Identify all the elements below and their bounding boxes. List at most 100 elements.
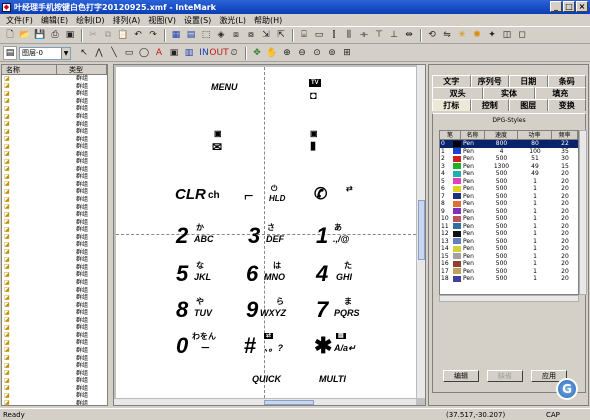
list-item[interactable]: ◪ 群组 bbox=[2, 105, 107, 113]
list-item[interactable]: ◪ 群组 bbox=[2, 241, 107, 249]
tab-text[interactable]: 文字 bbox=[432, 75, 471, 87]
menu-draw[interactable]: 绘制(D) bbox=[72, 15, 108, 26]
zoom-in-icon[interactable]: ⊕ bbox=[280, 46, 294, 60]
list-item[interactable]: ◪ 群组 bbox=[2, 233, 107, 241]
edit-button[interactable]: 编辑 bbox=[443, 370, 479, 382]
list-item[interactable]: ◪ 群组 bbox=[2, 339, 107, 347]
undo-icon[interactable]: ↶ bbox=[131, 29, 145, 43]
list-item[interactable]: ◪ 群组 bbox=[2, 332, 107, 340]
pen-color-swatch[interactable] bbox=[453, 200, 461, 207]
col-frequency[interactable]: 频率 bbox=[552, 131, 578, 139]
align-bottom-icon[interactable]: ⊥ bbox=[387, 29, 401, 43]
list-item[interactable]: ◪ 群组 bbox=[2, 324, 107, 332]
list-item[interactable]: ◪ 群组 bbox=[2, 384, 107, 392]
col-name-header[interactable]: 名称 bbox=[2, 65, 57, 74]
table-row[interactable]: 5 Pen 500 1 20 bbox=[440, 178, 578, 186]
list-item[interactable]: ◪ 群组 bbox=[2, 226, 107, 234]
pen-color-swatch[interactable] bbox=[453, 208, 461, 215]
group-icon[interactable]: ▦ bbox=[169, 29, 183, 43]
folder-icon[interactable]: ▭ bbox=[312, 29, 326, 43]
col-speed[interactable]: 速度 bbox=[485, 131, 518, 139]
list-item[interactable]: ◪ 群组 bbox=[2, 377, 107, 385]
canvas-horizontal-scrollbar[interactable] bbox=[114, 398, 416, 405]
text-tool-icon[interactable]: A bbox=[152, 46, 166, 60]
list-item[interactable]: ◪ 群组 bbox=[2, 369, 107, 377]
list-item[interactable]: ◪ 群组 bbox=[2, 301, 107, 309]
list-item[interactable]: ◪ 群组 bbox=[2, 264, 107, 272]
break-icon[interactable]: ⧇ bbox=[244, 29, 258, 43]
timer-icon[interactable]: ⏲ bbox=[227, 46, 241, 60]
list-item[interactable]: ◪ 群组 bbox=[2, 309, 107, 317]
list-item[interactable]: ◪ 群组 bbox=[2, 362, 107, 370]
pen-color-swatch[interactable] bbox=[453, 140, 461, 147]
move-icon[interactable]: ✥ bbox=[250, 46, 264, 60]
table-row[interactable]: 12 Pen 500 1 20 bbox=[440, 230, 578, 238]
pen-color-swatch[interactable] bbox=[453, 215, 461, 222]
pen-color-swatch[interactable] bbox=[453, 275, 461, 282]
close-button[interactable]: × bbox=[576, 1, 588, 12]
tab-entity[interactable]: 实体 bbox=[483, 87, 535, 99]
col-pen[interactable]: 笔 bbox=[440, 131, 461, 139]
list-item[interactable]: ◪ 群组 bbox=[2, 347, 107, 355]
list-item[interactable]: ◪ 群组 bbox=[2, 143, 107, 151]
chevron-down-icon[interactable]: ▼ bbox=[61, 47, 70, 59]
list-item[interactable]: ◪ 群组 bbox=[2, 317, 107, 325]
pen-table-vertical-scrollbar[interactable] bbox=[579, 130, 587, 295]
table-row[interactable]: 4 Pen 500 49 20 bbox=[440, 170, 578, 178]
table-row[interactable]: 0 Pen 800 80 22 bbox=[440, 140, 578, 148]
new-file-icon[interactable]: 🗋 bbox=[3, 29, 17, 43]
list-item[interactable]: ◪ 群组 bbox=[2, 354, 107, 362]
pen-color-swatch[interactable] bbox=[453, 193, 461, 200]
tab-fill[interactable]: 填充 bbox=[534, 87, 586, 99]
list-item[interactable]: ◪ 群组 bbox=[2, 294, 107, 302]
list-item[interactable]: ◪ 群组 bbox=[2, 188, 107, 196]
table-row[interactable]: 16 Pen 500 1 20 bbox=[440, 260, 578, 268]
zoom-out-icon[interactable]: ⊖ bbox=[295, 46, 309, 60]
barcode-icon[interactable]: ▥ bbox=[182, 46, 196, 60]
table-row[interactable]: 13 Pen 500 1 20 bbox=[440, 238, 578, 246]
tab-date[interactable]: 日期 bbox=[509, 75, 548, 87]
list-item[interactable]: ◪ 群组 bbox=[2, 166, 107, 174]
table-row[interactable]: 10 Pen 500 1 20 bbox=[440, 215, 578, 223]
import-icon[interactable]: ⇲ bbox=[259, 29, 273, 43]
tab-serial[interactable]: 序列号 bbox=[470, 75, 509, 87]
combine-icon[interactable]: ⧈ bbox=[229, 29, 243, 43]
list-item[interactable]: ◪ 群组 bbox=[2, 98, 107, 106]
list-item[interactable]: ◪ 群组 bbox=[2, 211, 107, 219]
list-item[interactable]: ◪ 群组 bbox=[2, 392, 107, 400]
list-item[interactable]: ◪ 群组 bbox=[2, 218, 107, 226]
list-item[interactable]: ◪ 群组 bbox=[2, 271, 107, 279]
drawing-canvas[interactable]: MENU TV ◘ ▣ ✉ ▣ ▮ CLR ch ⌐ ⏻ HLD ✆ ⇄ 2 か… bbox=[116, 67, 416, 398]
menu-file[interactable]: 文件(F) bbox=[2, 15, 37, 26]
list-item[interactable]: ◪ 群组 bbox=[2, 75, 107, 83]
pen-color-swatch[interactable] bbox=[453, 245, 461, 252]
col-type-header[interactable]: 类型 bbox=[57, 65, 107, 74]
menu-laser[interactable]: 激光(L) bbox=[215, 15, 250, 26]
pen-color-swatch[interactable] bbox=[453, 155, 461, 162]
print-preview-icon[interactable]: ▣ bbox=[63, 29, 77, 43]
align-left-icon[interactable]: ⫿ bbox=[327, 29, 341, 43]
line-icon[interactable]: ╲ bbox=[107, 46, 121, 60]
cut-icon[interactable]: ✂ bbox=[86, 29, 100, 43]
zoom-selection-icon[interactable]: ⊚ bbox=[325, 46, 339, 60]
list-item[interactable]: ◪ 群组 bbox=[2, 150, 107, 158]
pen-color-swatch[interactable] bbox=[453, 268, 461, 275]
list-item[interactable]: ◪ 群组 bbox=[2, 120, 107, 128]
list-item[interactable]: ◪ 群组 bbox=[2, 400, 107, 405]
list-item[interactable]: ◪ 群组 bbox=[2, 158, 107, 166]
rotate-icon[interactable]: ⟲ bbox=[425, 29, 439, 43]
pen-color-swatch[interactable] bbox=[453, 178, 461, 185]
table-row[interactable]: 9 Pen 500 1 20 bbox=[440, 208, 578, 216]
floating-g-badge[interactable]: G bbox=[556, 378, 578, 400]
zoom-page-icon[interactable]: ⊞ bbox=[340, 46, 354, 60]
minimize-button[interactable]: _ bbox=[550, 1, 562, 12]
tab-double[interactable]: 双头 bbox=[432, 87, 484, 99]
list-item[interactable]: ◪ 群组 bbox=[2, 181, 107, 189]
align-top-icon[interactable]: ⊤ bbox=[372, 29, 386, 43]
output-port-icon[interactable]: OUT bbox=[209, 46, 228, 60]
tab-barcode[interactable]: 条码 bbox=[547, 75, 586, 87]
mirror-icon[interactable]: ⇋ bbox=[440, 29, 454, 43]
bitmap-icon[interactable]: ▣ bbox=[167, 46, 181, 60]
redo-icon[interactable]: ↷ bbox=[146, 29, 160, 43]
tab-transform[interactable]: 变换 bbox=[547, 99, 586, 111]
